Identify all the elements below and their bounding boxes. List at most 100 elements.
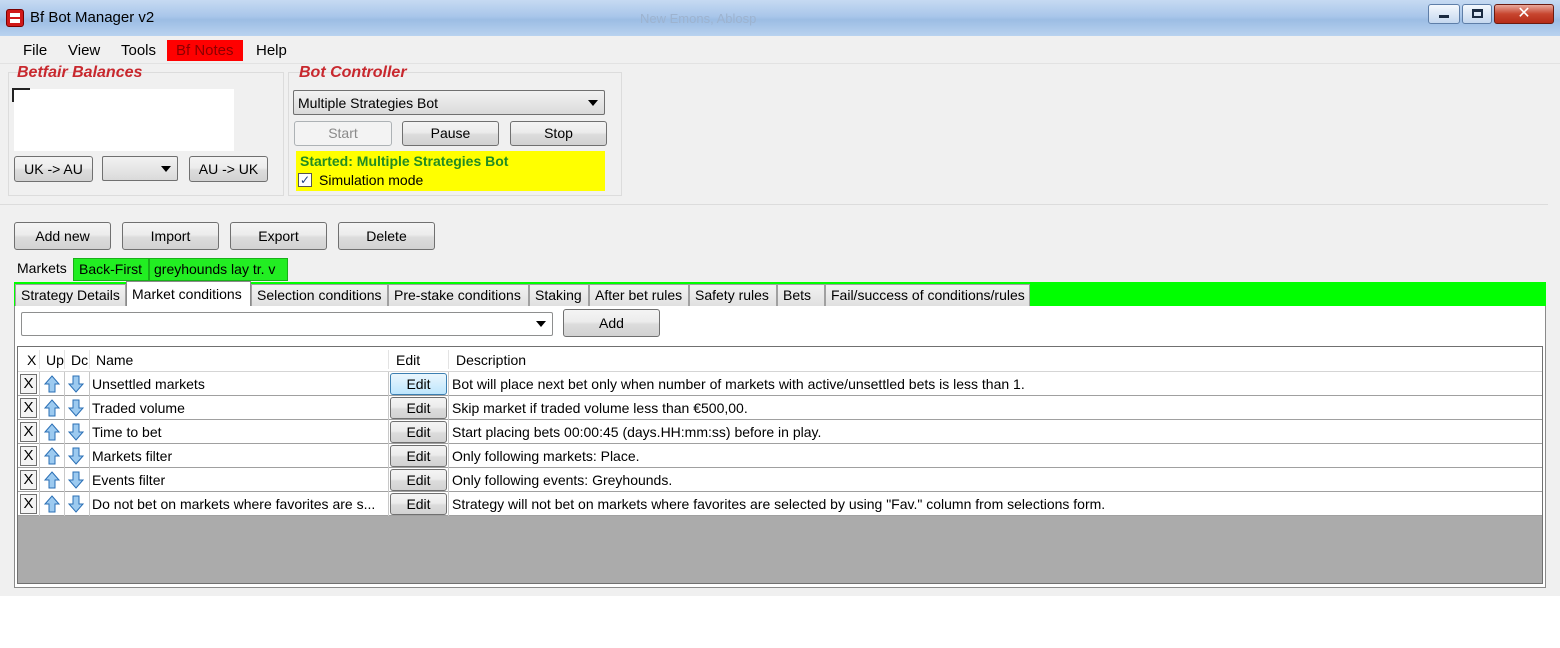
header-description[interactable]: Description: [456, 352, 526, 368]
move-up-icon[interactable]: [43, 447, 61, 465]
import-button[interactable]: Import: [122, 222, 219, 250]
condition-name: Time to bet: [92, 424, 162, 440]
menu-bf-notes[interactable]: Bf Notes: [167, 40, 243, 61]
export-button[interactable]: Export: [230, 222, 327, 250]
bot-select-dropdown[interactable]: Multiple Strategies Bot: [293, 90, 605, 115]
column-divider: [64, 350, 65, 369]
delete-button[interactable]: Delete: [338, 222, 435, 250]
menu-help[interactable]: Help: [255, 40, 288, 61]
minimize-button[interactable]: [1428, 4, 1460, 24]
move-down-icon[interactable]: [67, 399, 85, 417]
tab-greyhounds-lay[interactable]: greyhounds lay tr. v: [149, 258, 288, 281]
move-up-icon[interactable]: [43, 423, 61, 441]
currency-dropdown[interactable]: [102, 156, 178, 181]
close-icon: ✕: [1517, 5, 1531, 22]
move-up-icon[interactable]: [43, 375, 61, 393]
edit-condition-button[interactable]: Edit: [390, 373, 447, 395]
remove-condition-button[interactable]: X: [20, 470, 37, 490]
table-row[interactable]: X Markets filter Edit Only following market…: [18, 444, 1542, 468]
condition-description: Only following events: Greyhounds.: [452, 472, 673, 488]
tab-staking[interactable]: Staking: [529, 284, 589, 306]
au-to-uk-button[interactable]: AU -> UK: [189, 156, 268, 182]
close-button[interactable]: ✕: [1494, 4, 1554, 24]
header-x[interactable]: X: [27, 352, 36, 368]
remove-condition-button[interactable]: X: [20, 446, 37, 466]
tab-selection-conditions[interactable]: Selection conditions: [251, 284, 388, 306]
column-divider: [388, 492, 389, 516]
edit-condition-button[interactable]: Edit: [390, 493, 447, 515]
move-up-icon[interactable]: [43, 495, 61, 513]
window-scrollbar[interactable]: [1548, 64, 1560, 596]
menu-view[interactable]: View: [67, 40, 101, 61]
app-logo-icon: [6, 9, 24, 27]
title-bar[interactable]: Bf Bot Manager v2 New Emons, Ablosp ✕: [0, 0, 1560, 36]
bot-select-value: Multiple Strategies Bot: [298, 95, 439, 111]
move-down-icon[interactable]: [67, 423, 85, 441]
tab-after-bet-rules[interactable]: After bet rules: [589, 284, 689, 306]
chevron-down-icon: [536, 321, 546, 327]
move-down-icon[interactable]: [67, 471, 85, 489]
column-divider: [388, 350, 389, 369]
edit-condition-button[interactable]: Edit: [390, 469, 447, 491]
column-divider: [64, 372, 65, 396]
header-down[interactable]: Dc: [71, 352, 88, 368]
header-edit[interactable]: Edit: [396, 352, 420, 368]
tab-markets[interactable]: Markets: [17, 260, 67, 276]
condition-description: Start placing bets 00:00:45 (days.HH:mm:…: [452, 424, 822, 440]
tab-market-conditions[interactable]: Market conditions: [126, 281, 251, 307]
remove-condition-button[interactable]: X: [20, 398, 37, 418]
pause-button[interactable]: Pause: [402, 121, 499, 146]
condition-name: Events filter: [92, 472, 166, 488]
remove-condition-button[interactable]: X: [20, 494, 37, 514]
maximize-button[interactable]: [1462, 4, 1492, 24]
header-name[interactable]: Name: [96, 352, 133, 368]
menu-tools[interactable]: Tools: [120, 40, 157, 61]
condition-description: Bot will place next bet only when number…: [452, 376, 1025, 392]
menu-bar: File View Tools Bf Notes Help: [0, 36, 1560, 64]
column-divider: [64, 468, 65, 492]
column-divider: [64, 396, 65, 420]
tab-strategy-details[interactable]: Strategy Details: [15, 284, 126, 306]
column-divider: [89, 492, 90, 516]
edit-condition-button[interactable]: Edit: [390, 421, 447, 443]
move-down-icon[interactable]: [67, 495, 85, 513]
start-button[interactable]: Start: [294, 121, 392, 146]
edit-condition-button[interactable]: Edit: [390, 397, 447, 419]
condition-type-dropdown[interactable]: [21, 312, 553, 336]
column-divider: [39, 420, 40, 444]
table-row[interactable]: X Events filter Edit Only following events:…: [18, 468, 1542, 492]
tab-pre-stake-conditions[interactable]: Pre-stake conditions: [388, 284, 529, 306]
column-divider: [89, 396, 90, 420]
move-up-icon[interactable]: [43, 399, 61, 417]
table-row[interactable]: X Traded volume Edit Skip market if traded …: [18, 396, 1542, 420]
simulation-mode-checkbox[interactable]: ✓: [298, 173, 312, 187]
column-divider: [89, 350, 90, 369]
tab-back-first[interactable]: Back-First: [73, 258, 149, 281]
move-down-icon[interactable]: [67, 375, 85, 393]
condition-name: Markets filter: [92, 448, 173, 464]
uk-to-au-button[interactable]: UK -> AU: [14, 156, 93, 182]
chevron-down-icon: [588, 99, 598, 106]
column-divider: [89, 444, 90, 468]
table-row[interactable]: X Unsettled markets Edit Bot will place nex…: [18, 372, 1542, 396]
edit-condition-button[interactable]: Edit: [390, 445, 447, 467]
column-divider: [64, 444, 65, 468]
move-down-icon[interactable]: [67, 447, 85, 465]
header-up[interactable]: Up: [46, 352, 64, 368]
minimize-icon: [1439, 15, 1449, 18]
tab-bets[interactable]: Bets: [777, 284, 825, 306]
column-divider: [39, 444, 40, 468]
add-new-strategy-button[interactable]: Add new: [14, 222, 111, 250]
remove-condition-button[interactable]: X: [20, 422, 37, 442]
balances-list-marker: [12, 88, 30, 102]
column-divider: [39, 492, 40, 516]
tab-safety-rules[interactable]: Safety rules: [689, 284, 777, 306]
menu-file[interactable]: File: [22, 40, 48, 61]
move-up-icon[interactable]: [43, 471, 61, 489]
table-row[interactable]: X Do not bet on markets where favorites a…: [18, 492, 1542, 516]
add-condition-button[interactable]: Add: [563, 309, 660, 337]
stop-button[interactable]: Stop: [510, 121, 607, 146]
remove-condition-button[interactable]: X: [20, 374, 37, 394]
tab-fail-success[interactable]: Fail/success of conditions/rules: [825, 284, 1030, 306]
table-row[interactable]: X Time to bet Edit Start placing bets 00:00…: [18, 420, 1542, 444]
